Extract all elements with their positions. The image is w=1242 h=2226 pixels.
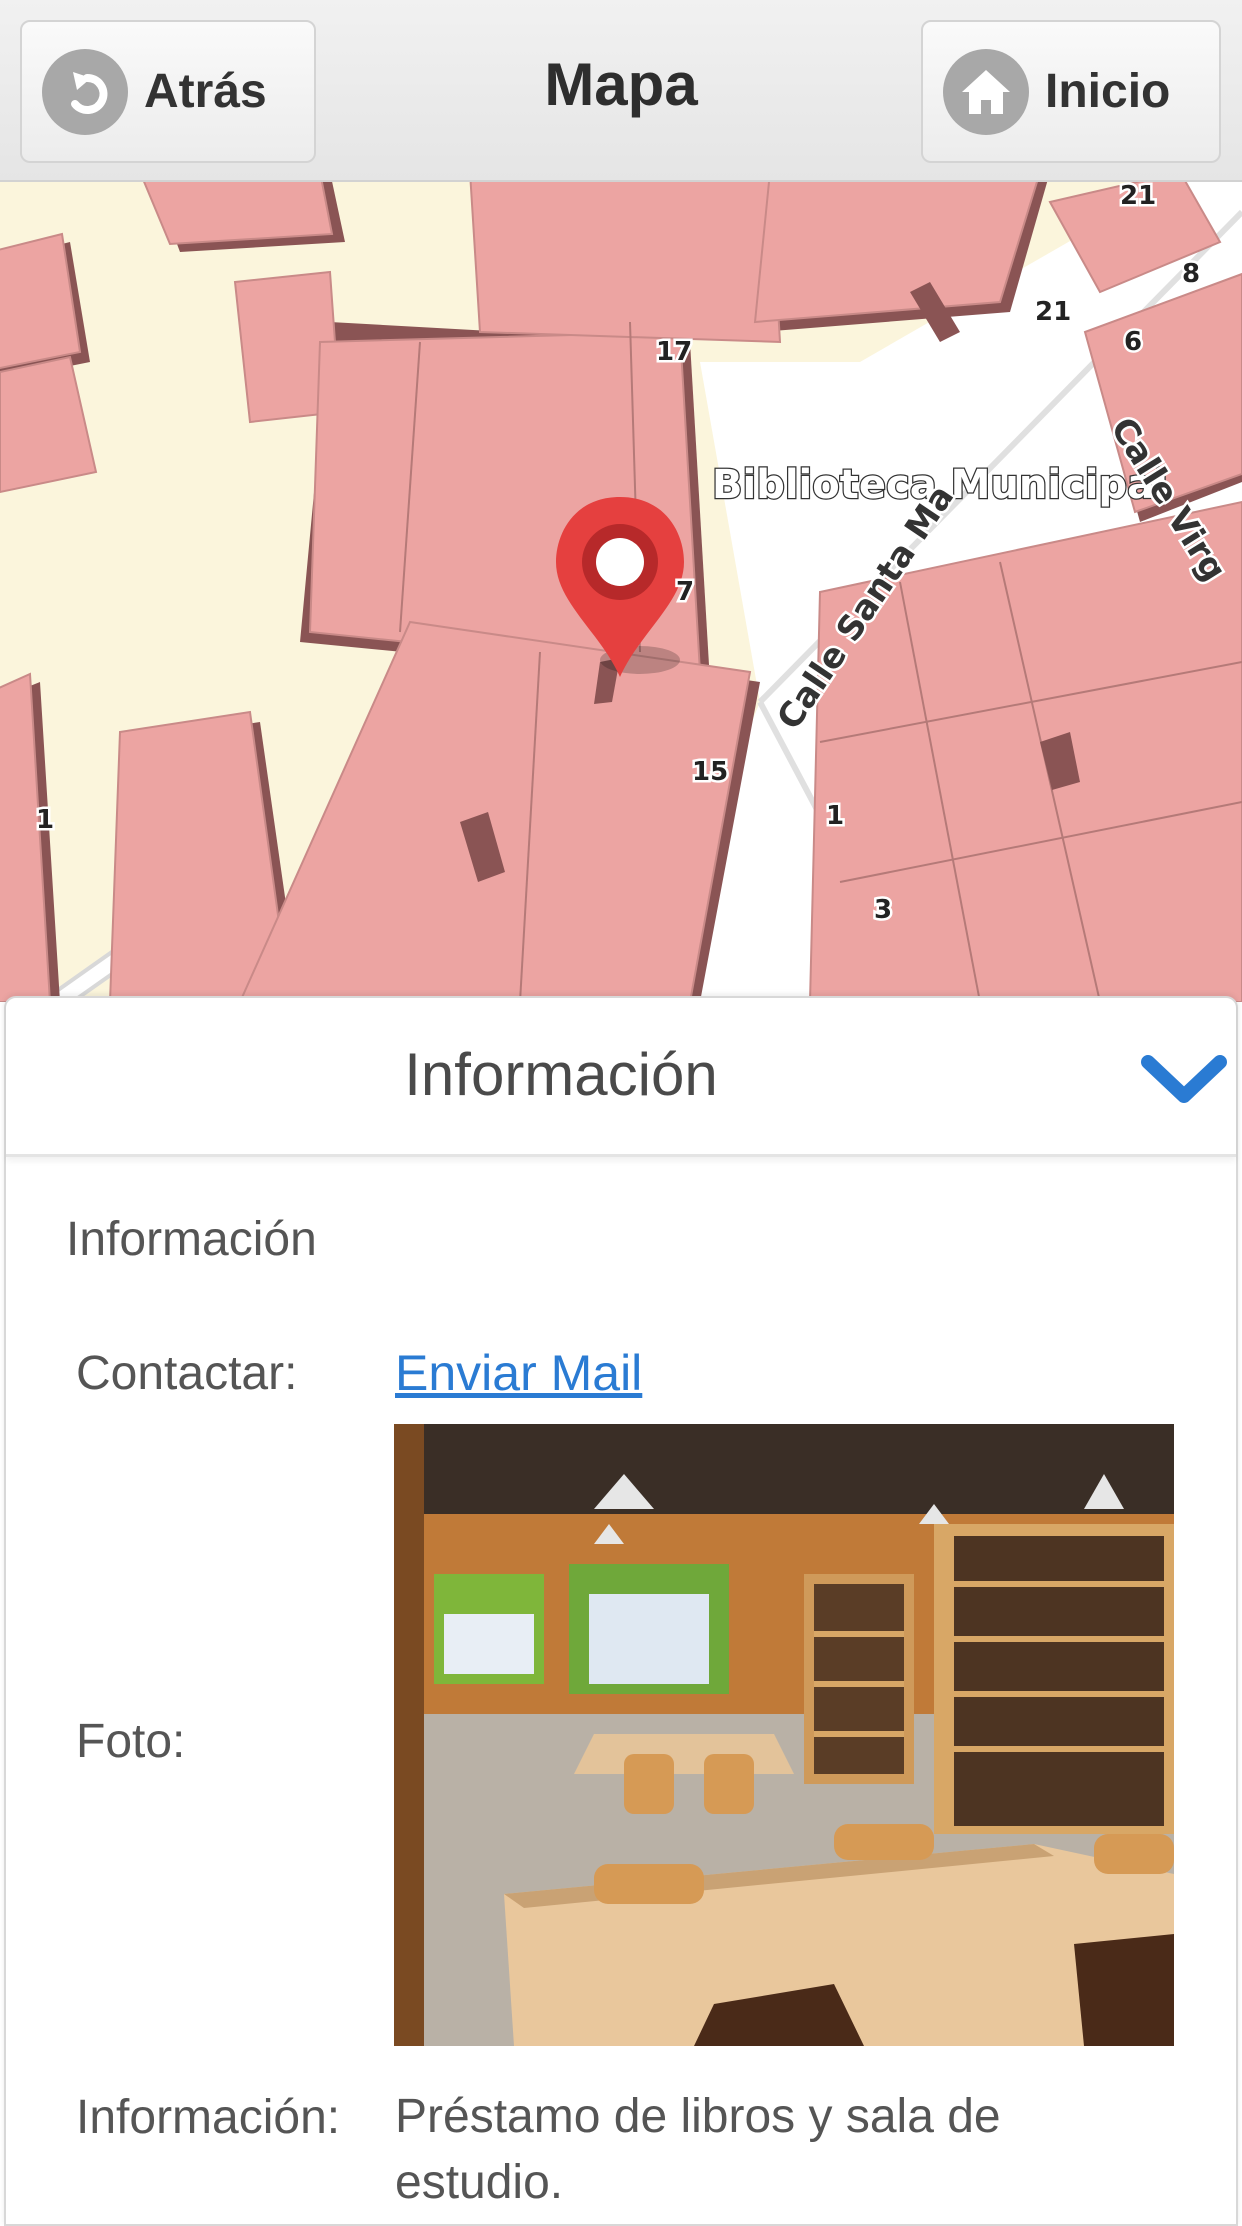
contact-label: Contactar: xyxy=(76,1347,298,1400)
send-mail-link[interactable]: Enviar Mail xyxy=(395,1344,642,1402)
info-label: Información: xyxy=(76,2091,341,2144)
map-view[interactable]: Biblioteca Municipal Calle Santa Ma Call… xyxy=(0,182,1242,1002)
top-bar: Atrás Mapa Inicio xyxy=(0,0,1242,182)
map-house-number: 3 xyxy=(874,895,892,925)
map-house-number: 17 xyxy=(656,337,692,367)
home-button-label: Inicio xyxy=(1045,65,1171,118)
map-house-number: 7 xyxy=(676,577,694,607)
info-panel-header[interactable]: Información xyxy=(6,998,1236,1157)
map-house-number: 1 xyxy=(826,801,844,831)
info-panel-title: Información xyxy=(404,1041,718,1108)
info-value: Préstamo de libros y sala de estudio. xyxy=(395,2090,1001,2209)
library-photo[interactable] xyxy=(394,1424,1174,2046)
map-house-number: 1 xyxy=(36,805,54,835)
home-icon xyxy=(943,48,1029,135)
map-house-number: 15 xyxy=(692,757,728,787)
section-title: Información xyxy=(66,1213,317,1266)
home-button[interactable]: Inicio xyxy=(921,20,1221,163)
map-house-number: 21 xyxy=(1035,297,1071,327)
info-panel: Información Información Contactar: Envia… xyxy=(4,996,1238,2226)
map-house-number: 21 xyxy=(1120,182,1156,211)
map-house-number: 6 xyxy=(1124,327,1142,357)
map-house-number: 8 xyxy=(1182,259,1200,289)
chevron-down-icon[interactable] xyxy=(1138,1044,1230,1114)
photo-label: Foto: xyxy=(76,1715,186,1768)
